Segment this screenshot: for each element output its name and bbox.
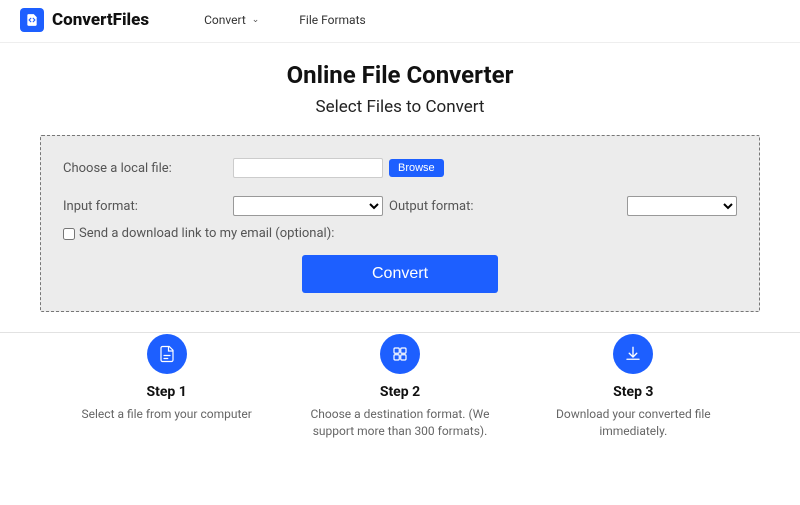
brand-icon bbox=[20, 8, 44, 32]
choose-file-label: Choose a local file: bbox=[63, 161, 233, 176]
step-3-title: Step 3 bbox=[527, 384, 740, 400]
step-1-desc: Select a file from your computer bbox=[60, 406, 273, 423]
converter-box: Choose a local file: Browse Input format… bbox=[40, 135, 760, 312]
step-3: Step 3 Download your converted file imme… bbox=[517, 334, 750, 440]
choose-file-row: Choose a local file: Browse bbox=[63, 158, 737, 178]
brand-name: ConvertFiles bbox=[52, 10, 149, 30]
email-checkbox-label: Send a download link to my email (option… bbox=[79, 226, 334, 241]
step-2-title: Step 2 bbox=[293, 384, 506, 400]
output-format-select[interactable] bbox=[627, 196, 737, 216]
top-nav: ConvertFiles Convert ⌄ File Formats bbox=[0, 0, 800, 43]
download-icon bbox=[613, 334, 653, 374]
nav-file-formats-label: File Formats bbox=[299, 13, 365, 27]
brand[interactable]: ConvertFiles bbox=[20, 8, 149, 32]
page-title: Online File Converter bbox=[0, 61, 800, 89]
file-input[interactable] bbox=[233, 158, 383, 178]
convert-wrap: Convert bbox=[63, 255, 737, 293]
input-format-label: Input format: bbox=[63, 199, 233, 214]
convert-button[interactable]: Convert bbox=[302, 255, 498, 293]
nav-convert-label: Convert bbox=[204, 13, 246, 27]
nav-file-formats[interactable]: File Formats bbox=[299, 13, 365, 27]
chevron-down-icon: ⌄ bbox=[252, 15, 260, 25]
browse-button[interactable]: Browse bbox=[389, 159, 444, 177]
nav-links: Convert ⌄ File Formats bbox=[204, 13, 406, 27]
step-1-title: Step 1 bbox=[60, 384, 273, 400]
input-format-select[interactable] bbox=[233, 196, 383, 216]
file-icon bbox=[147, 334, 187, 374]
step-2-desc: Choose a destination format. (We support… bbox=[293, 406, 506, 440]
steps-connector bbox=[0, 332, 800, 333]
email-row: Send a download link to my email (option… bbox=[63, 226, 737, 241]
step-2: Step 2 Choose a destination format. (We … bbox=[283, 334, 516, 440]
page-subtitle: Select Files to Convert bbox=[0, 97, 800, 117]
hero: Online File Converter Select Files to Co… bbox=[0, 43, 800, 117]
step-1: Step 1 Select a file from your computer bbox=[50, 334, 283, 440]
step-3-desc: Download your converted file immediately… bbox=[527, 406, 740, 440]
converter-wrap: Choose a local file: Browse Input format… bbox=[0, 117, 800, 312]
email-checkbox[interactable] bbox=[63, 228, 75, 240]
steps: Step 1 Select a file from your computer … bbox=[0, 312, 800, 440]
output-format-label: Output format: bbox=[389, 199, 474, 214]
grid-icon bbox=[380, 334, 420, 374]
format-row: Input format: Output format: bbox=[63, 196, 737, 216]
nav-convert[interactable]: Convert ⌄ bbox=[204, 13, 259, 27]
